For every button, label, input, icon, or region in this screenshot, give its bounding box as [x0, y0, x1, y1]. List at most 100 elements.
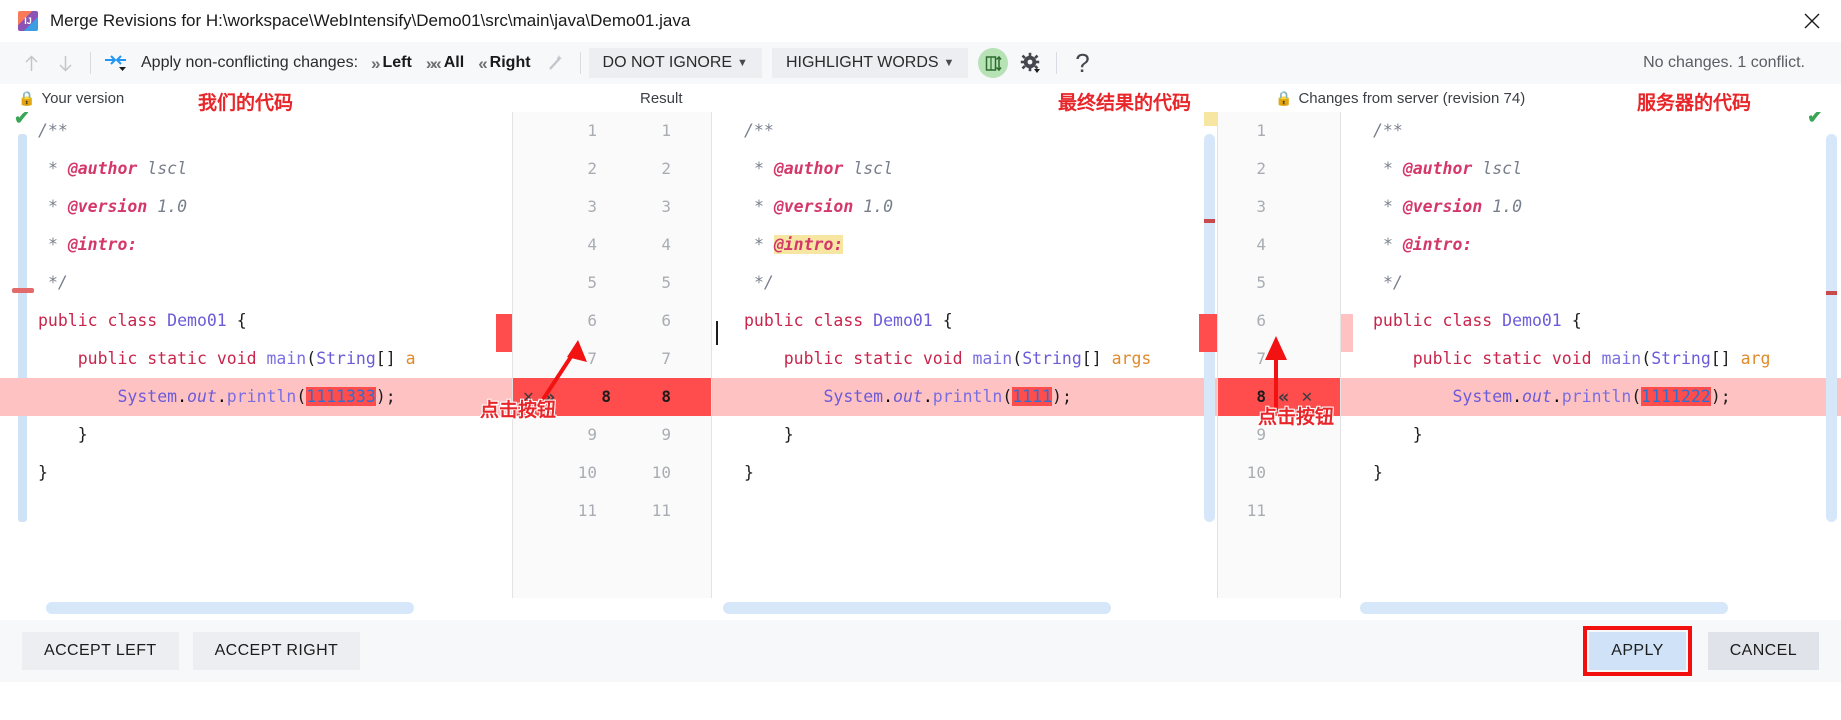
close-icon[interactable]: [1783, 0, 1841, 42]
gutter-row: 55: [513, 264, 711, 302]
accept-right-button[interactable]: ACCEPT RIGHT: [192, 632, 361, 670]
right-editor-pane[interactable]: /** * @author lscl * @version 1.0 * @int…: [1341, 112, 1841, 598]
toolbar: Apply non-conflicting changes: » Left »«…: [0, 42, 1841, 84]
apply-left-button[interactable]: » Left: [364, 54, 419, 72]
result-overview-scrollbar[interactable]: [1204, 112, 1217, 598]
left-code-content[interactable]: /** * @author lscl * @version 1.0 * @int…: [0, 112, 512, 530]
magic-wand-icon[interactable]: [538, 48, 572, 78]
toolbar-divider-3: [1056, 52, 1058, 74]
window-title: Merge Revisions for H:\workspace\WebInte…: [50, 11, 691, 30]
lock-icon: 🔒: [18, 89, 36, 106]
horizontal-scrollbar-row: [0, 598, 1841, 620]
gutter-row: 1: [1218, 112, 1340, 150]
gutter-conflict-row[interactable]: 8 « ✕: [1218, 378, 1340, 416]
right-gutter[interactable]: 1 2 3 4 5 6 7 8 « ✕ 9 10 11: [1217, 112, 1341, 598]
title-bar: Merge Revisions for H:\workspace\WebInte…: [0, 0, 1841, 42]
apply-all-button[interactable]: »« All: [419, 54, 471, 72]
arrow-down-icon[interactable]: [48, 48, 82, 78]
gear-icon[interactable]: [1014, 48, 1048, 78]
gutter-row: 66: [513, 302, 711, 340]
right-line-number: 4: [1256, 235, 1266, 254]
left-line-number: 7: [587, 349, 597, 368]
ignore-policy-dropdown[interactable]: DO NOT IGNORE ▼: [588, 48, 762, 78]
annotation-left-code: 我们的代码: [198, 93, 294, 114]
reject-left-change-icon[interactable]: ✕: [523, 388, 534, 406]
gutter-row: 4: [1218, 226, 1340, 264]
accept-left-change-icon[interactable]: »: [544, 387, 556, 407]
right-code-content[interactable]: /** * @author lscl * @version 1.0 * @int…: [1341, 112, 1841, 530]
gutter-conflict-row[interactable]: ✕ » 8 8: [513, 378, 711, 416]
result-code-content[interactable]: /** * @author lscl * @version 1.0 * @int…: [712, 112, 1217, 530]
left-line-number: 9: [587, 425, 597, 444]
gutter-row: 10: [1218, 454, 1340, 492]
overview-change-marker: [1826, 291, 1837, 295]
arrow-up-icon[interactable]: [14, 48, 48, 78]
right-line-number: 6: [1256, 311, 1266, 330]
gutter-row: 2: [1218, 150, 1340, 188]
code-line: /**: [744, 121, 774, 140]
text-caret: [716, 321, 718, 345]
result-hscrollbar-thumb[interactable]: [723, 602, 1111, 614]
code-line: }: [38, 463, 48, 482]
apply-button[interactable]: APPLY: [1583, 626, 1692, 676]
result-editor-pane[interactable]: /** * @author lscl * @version 1.0 * @int…: [712, 112, 1217, 598]
code-line: */: [753, 273, 774, 292]
result-line-number: 5: [661, 273, 671, 292]
gutter-row: 9: [1218, 416, 1340, 454]
overview-thumb[interactable]: [1826, 134, 1837, 522]
left-pane-title: 🔒 Your version: [18, 90, 124, 107]
collapse-unchanged-icon[interactable]: [978, 48, 1009, 78]
gutter-row: 22: [513, 150, 711, 188]
right-overview-scrollbar[interactable]: [1826, 112, 1837, 598]
result-line-number: 6: [661, 311, 671, 330]
left-line-number: 4: [587, 235, 597, 254]
result-conflict-edge: [1199, 314, 1217, 352]
code-line: * @version 1.0: [1382, 197, 1523, 216]
apply-non-conflicting-icon[interactable]: [99, 48, 133, 78]
reject-right-change-icon[interactable]: ✕: [1301, 388, 1312, 406]
accept-right-change-icon[interactable]: «: [1278, 387, 1290, 407]
code-line: * @version 1.0: [753, 197, 894, 216]
accept-left-button[interactable]: ACCEPT LEFT: [22, 632, 179, 670]
right-line-number: 11: [1246, 501, 1266, 520]
right-line-number: 5: [1256, 273, 1266, 292]
right-ok-check-icon: ✔: [1807, 112, 1823, 128]
highlight-policy-dropdown[interactable]: HIGHLIGHT WORDS ▼: [771, 48, 969, 78]
code-line: }: [1373, 463, 1383, 482]
code-line: }: [77, 425, 88, 444]
code-line: * @intro:: [47, 235, 138, 254]
right-hscrollbar-thumb[interactable]: [1360, 602, 1728, 614]
merge-status-text: No changes. 1 conflict.: [1643, 54, 1805, 71]
bottom-right-buttons: APPLY CANCEL: [1583, 626, 1819, 676]
result-line-number: 4: [661, 235, 671, 254]
gutter-row: 77: [513, 340, 711, 378]
right-line-number: 7: [1256, 349, 1266, 368]
left-editor-pane[interactable]: ✔ /** * @author lscl * @version 1.0 * @i…: [0, 112, 512, 598]
left-hscrollbar-thumb[interactable]: [46, 602, 414, 614]
code-line: System.out.println(1111222);: [1341, 378, 1841, 416]
help-question-icon[interactable]: ?: [1065, 48, 1099, 78]
left-gutter[interactable]: 1 1 2 2 3 3 4 4 5 5 6 6 7 7 ✕» 8 8 9 9 10 10 11 11: [512, 112, 712, 598]
code-line: }: [1412, 425, 1423, 444]
cancel-button[interactable]: CANCEL: [1707, 632, 1819, 670]
right-line-number: 9: [1256, 425, 1266, 444]
left-line-number: 8: [601, 387, 611, 406]
gutter-row: 11 11: [513, 492, 711, 530]
code-line: public static void main(String[] arg: [1412, 349, 1771, 368]
result-line-number: 1: [661, 121, 671, 140]
right-pane-title-label: Changes from server (revision 74): [1298, 89, 1526, 107]
apply-right-button[interactable]: « Right: [471, 54, 537, 72]
code-line: * @author lscl: [753, 159, 894, 178]
right-line-number: 1: [1256, 121, 1266, 140]
left-line-number: 2: [587, 159, 597, 178]
gutter-row: 3: [1218, 188, 1340, 226]
code-line: * @intro:: [753, 235, 844, 254]
left-line-number: 3: [587, 197, 597, 216]
merge-body: ✔ /** * @author lscl * @version 1.0 * @i…: [0, 112, 1841, 598]
result-line-number: 9: [661, 425, 671, 444]
code-line: */: [47, 273, 68, 292]
ignore-policy-label: DO NOT IGNORE: [602, 54, 733, 71]
code-line: * @intro:: [1382, 235, 1473, 254]
code-line: * @author lscl: [47, 159, 188, 178]
